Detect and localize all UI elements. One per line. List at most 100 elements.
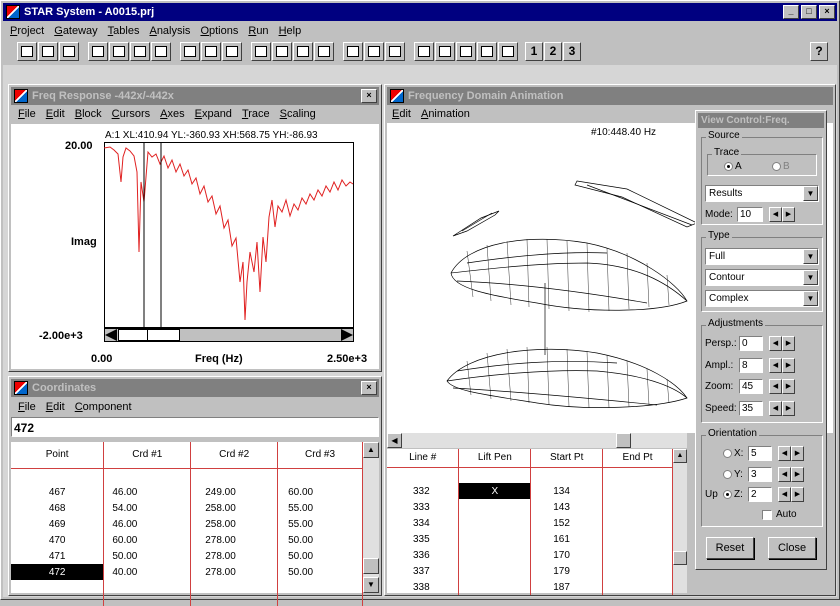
freq-response-plot[interactable]: [104, 142, 354, 328]
modes-icon[interactable]: [272, 42, 292, 61]
cell-point[interactable]: 468: [11, 500, 105, 516]
close-icon[interactable]: ×: [819, 5, 835, 19]
decrement-icon[interactable]: ◀: [778, 467, 791, 482]
cell-crd1[interactable]: 46.00: [103, 484, 192, 500]
open-file-icon[interactable]: [38, 42, 58, 61]
table-row[interactable]: 469 46.00 258.00 55.00: [11, 516, 363, 532]
minimize-icon[interactable]: _: [783, 5, 799, 19]
menu-block[interactable]: Block: [70, 108, 107, 120]
cell-lift-pen[interactable]: [458, 547, 532, 563]
cell-end-pt[interactable]: [602, 579, 673, 595]
col-header-start-pt[interactable]: Start Pt: [530, 449, 604, 468]
menu-gateway[interactable]: Gateway: [49, 25, 102, 37]
cell-line[interactable]: 333: [387, 499, 460, 515]
col-header-crd1[interactable]: Crd #1: [103, 442, 192, 469]
cell-end-pt[interactable]: [602, 531, 673, 547]
coords-titlebar[interactable]: Coordinates ×: [11, 379, 379, 397]
cell-crd1[interactable]: 54.00: [103, 500, 192, 516]
report-icon[interactable]: [498, 42, 518, 61]
cell-lift-pen-selected[interactable]: X: [458, 483, 532, 499]
block-scrollbar[interactable]: [104, 328, 354, 342]
col-header-crd3[interactable]: Crd #3: [277, 442, 363, 469]
increment-icon[interactable]: ▶: [782, 358, 795, 373]
decrement-icon[interactable]: ◀: [778, 446, 791, 461]
increment-icon[interactable]: ▶: [782, 207, 795, 222]
decrement-icon[interactable]: ◀: [769, 207, 782, 222]
freq-titlebar[interactable]: Freq Response -442x/-442x ×: [11, 87, 379, 105]
mode-value[interactable]: 10: [737, 207, 763, 222]
coords-value-input[interactable]: 472: [11, 417, 379, 437]
results-dropdown[interactable]: Results ▼: [705, 185, 819, 202]
table-row[interactable]: 337 179: [387, 563, 673, 579]
menu-animation[interactable]: Animation: [416, 108, 475, 120]
zoom-value[interactable]: 45: [739, 379, 763, 394]
help-button[interactable]: ?: [810, 42, 828, 61]
menu-project[interactable]: Project: [5, 25, 49, 37]
cell-end-pt[interactable]: [602, 483, 673, 499]
cell-crd1[interactable]: 50.00: [103, 548, 192, 564]
decrement-icon[interactable]: ◀: [769, 358, 782, 373]
table-row[interactable]: 334 152: [387, 515, 673, 531]
block-icon[interactable]: [314, 42, 334, 61]
increment-icon[interactable]: ▶: [791, 487, 804, 502]
toolbar-button-3[interactable]: 3: [563, 42, 581, 61]
cell-end-pt[interactable]: [602, 499, 673, 515]
wave-icon[interactable]: [222, 42, 242, 61]
cell-start-pt[interactable]: 187: [530, 579, 604, 595]
shape-icon[interactable]: [456, 42, 476, 61]
cell-crd2[interactable]: 249.00: [190, 484, 279, 500]
edit-icon[interactable]: [180, 42, 200, 61]
cell-crd1[interactable]: 60.00: [103, 532, 192, 548]
filter-icon[interactable]: [385, 42, 405, 61]
cell-lift-pen[interactable]: [458, 515, 532, 531]
increment-icon[interactable]: ▶: [782, 336, 795, 351]
table-icon[interactable]: [88, 42, 108, 61]
col-header-end-pt[interactable]: End Pt: [602, 449, 673, 468]
new-file-icon[interactable]: [17, 42, 37, 61]
cell-lift-pen[interactable]: [458, 499, 532, 515]
menu-help[interactable]: Help: [274, 25, 307, 37]
scroll-up-icon[interactable]: ▲: [673, 449, 687, 463]
cell-point[interactable]: 467: [11, 484, 105, 500]
scroll-left-icon[interactable]: ◀: [387, 433, 402, 448]
table-row[interactable]: 471 50.00 278.00 50.00: [11, 548, 363, 564]
view-type-dropdown[interactable]: Full ▼: [705, 248, 819, 265]
cell-line[interactable]: 336: [387, 547, 460, 563]
render-type-dropdown[interactable]: Contour ▼: [705, 269, 819, 286]
table-row[interactable]: 468 54.00 258.00 55.00: [11, 500, 363, 516]
ampl-value[interactable]: 8: [739, 358, 763, 373]
cell-crd2[interactable]: 278.00: [190, 564, 279, 580]
toolbar-button-2[interactable]: 2: [544, 42, 562, 61]
cell-point[interactable]: 469: [11, 516, 105, 532]
cell-crd1[interactable]: 40.00: [103, 564, 192, 580]
cell-line[interactable]: 332: [387, 483, 460, 499]
col-header-point[interactable]: Point: [11, 442, 105, 469]
cell-crd3[interactable]: 50.00: [277, 548, 363, 564]
menu-analysis[interactable]: Analysis: [144, 25, 195, 37]
table-row[interactable]: 338 187: [387, 579, 673, 595]
chevron-down-icon[interactable]: ▼: [803, 249, 818, 264]
increment-icon[interactable]: ▶: [791, 446, 804, 461]
decrement-icon[interactable]: ◀: [769, 336, 782, 351]
increment-icon[interactable]: ▶: [782, 379, 795, 394]
table-row-selected[interactable]: 472 40.00 278.00 50.00: [11, 564, 363, 580]
mesh-icon[interactable]: [130, 42, 150, 61]
coords-vscrollbar[interactable]: ▲ ▼: [363, 442, 379, 593]
auto-checkbox[interactable]: Auto: [762, 509, 797, 520]
analysis-icon[interactable]: [251, 42, 271, 61]
anim-titlebar[interactable]: Frequency Domain Animation: [387, 87, 833, 105]
cell-start-pt[interactable]: 179: [530, 563, 604, 579]
menu-options[interactable]: Options: [195, 25, 243, 37]
trace-icon[interactable]: [477, 42, 497, 61]
menu-axes[interactable]: Axes: [155, 108, 189, 120]
perspective-spinner[interactable]: Persp.: 0 ◀ ▶: [705, 335, 795, 352]
speed-spinner[interactable]: Speed: 35 ◀ ▶: [705, 400, 795, 417]
save-file-icon[interactable]: [59, 42, 79, 61]
line-table-vscrollbar[interactable]: ▲: [673, 449, 687, 593]
menu-tables[interactable]: Tables: [103, 25, 145, 37]
col-header-line[interactable]: Line #: [387, 449, 460, 468]
cell-crd2[interactable]: 258.00: [190, 500, 279, 516]
col-header-crd2[interactable]: Crd #2: [190, 442, 279, 469]
increment-icon[interactable]: ▶: [791, 467, 804, 482]
menu-trace[interactable]: Trace: [237, 108, 275, 120]
